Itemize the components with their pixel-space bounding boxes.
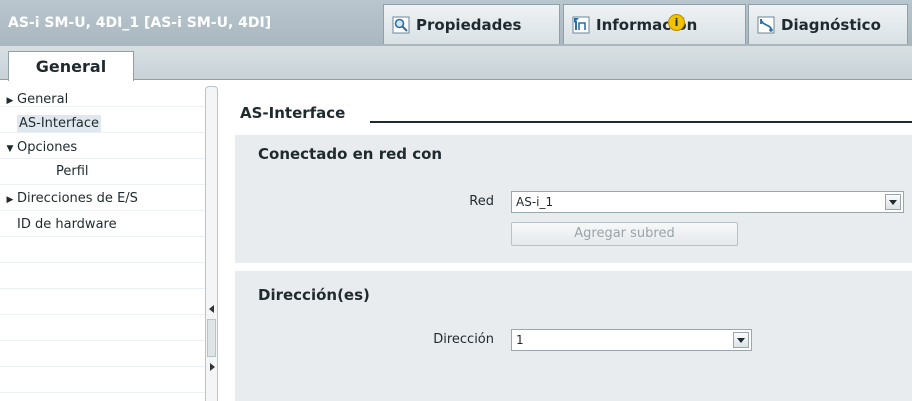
nav-item-opciones[interactable]: ▼ Opciones xyxy=(3,137,78,160)
address-panel-title: Dirección(es) xyxy=(258,286,370,304)
chevron-down-icon[interactable] xyxy=(885,194,901,210)
collapse-arrow-icon[interactable]: ▼ xyxy=(3,138,17,160)
tab-diagnostico[interactable]: Diagnóstico xyxy=(748,4,908,44)
nav-splitter[interactable] xyxy=(205,86,218,401)
expand-arrow-icon[interactable]: ▶ xyxy=(3,90,17,112)
nav-item-id-hardware[interactable]: ID de hardware xyxy=(17,214,117,236)
nav-item-direcciones-es[interactable]: ▶ Direcciones de E/S xyxy=(3,188,138,210)
tab-propiedades[interactable]: Propiedades xyxy=(383,4,560,44)
info-badge-icon: i xyxy=(668,14,685,31)
window-title: AS-i SM-U, 4DI_1 [AS-i SM-U, 4DI] xyxy=(8,15,272,31)
nav-item-label: General xyxy=(17,92,69,107)
nav-item-label: Perfil xyxy=(56,164,89,179)
nav-item-label: ID de hardware xyxy=(17,217,117,232)
red-select[interactable]: AS-i_1 xyxy=(511,191,904,213)
red-select-value: AS-i_1 xyxy=(516,195,554,209)
collapse-left-arrow-icon[interactable] xyxy=(209,305,214,313)
nav-item-as-interface[interactable]: AS-Interface xyxy=(17,113,102,135)
nav-item-general[interactable]: ▶ General xyxy=(3,89,69,112)
expand-arrow-icon[interactable]: ▶ xyxy=(3,189,17,211)
add-subnet-button[interactable]: Agregar subred xyxy=(511,222,738,246)
diagnostics-icon xyxy=(757,16,775,34)
tab-propiedades-label: Propiedades xyxy=(416,16,522,34)
splitter-grip[interactable] xyxy=(207,319,216,357)
nav-item-label: Opciones xyxy=(17,140,78,155)
info-pointer-icon xyxy=(572,16,590,34)
subtab-strip xyxy=(0,46,912,80)
chevron-down-icon[interactable] xyxy=(733,332,749,348)
direccion-select-value: 1 xyxy=(516,333,524,347)
nav-item-label: AS-Interface xyxy=(17,115,102,132)
nav-item-label: Direcciones de E/S xyxy=(17,191,138,206)
network-panel-title: Conectado en red con xyxy=(258,145,443,163)
direccion-label: Dirección xyxy=(433,332,494,347)
subtab-general[interactable]: General xyxy=(8,51,134,81)
red-label: Red xyxy=(469,194,494,209)
section-title: AS-Interface xyxy=(240,104,346,122)
direccion-select[interactable]: 1 xyxy=(511,329,752,351)
tab-informacion[interactable]: Información xyxy=(563,4,746,44)
nav-item-perfil[interactable]: Perfil xyxy=(56,161,89,183)
tab-diagnostico-label: Diagnóstico xyxy=(781,16,881,34)
magnifier-icon xyxy=(392,16,410,34)
expand-right-arrow-icon[interactable] xyxy=(210,363,215,371)
section-divider xyxy=(370,121,912,123)
